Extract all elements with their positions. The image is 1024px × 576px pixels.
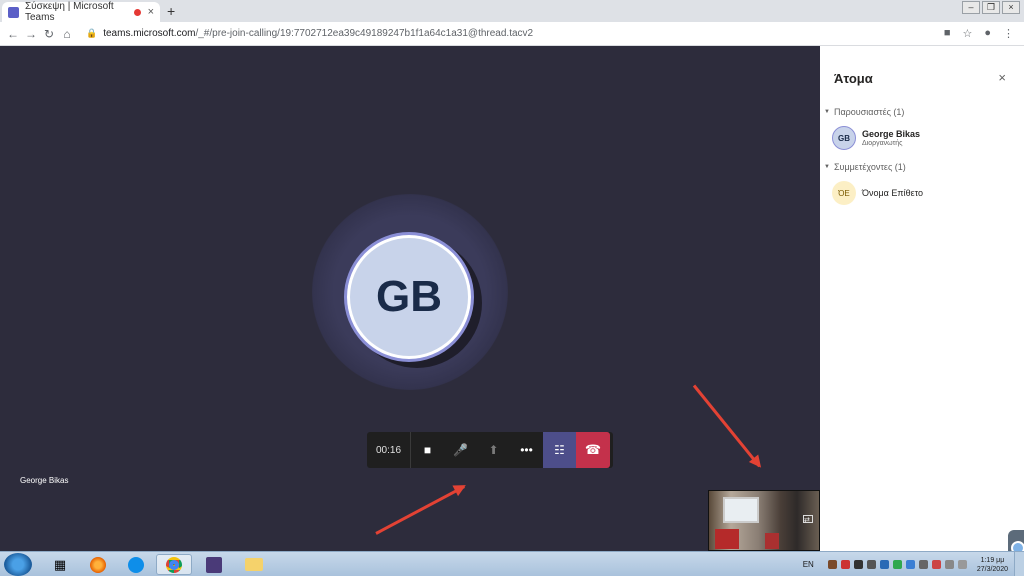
presenters-section-header[interactable]: ▼ Παρουσιαστές (1) — [824, 107, 904, 117]
people-panel-title: Άτομα — [834, 71, 873, 86]
more-actions-icon[interactable]: ••• — [510, 432, 543, 468]
self-view-window-detail — [723, 497, 759, 523]
volume-icon[interactable] — [957, 560, 967, 569]
presenter-avatar: GB — [832, 126, 856, 150]
firefox-taskbar-icon[interactable] — [80, 554, 116, 575]
forward-icon[interactable]: → — [22, 27, 40, 41]
lock-icon[interactable]: 🔒 — [86, 28, 97, 39]
url-path: /_#/pre-join-calling/19:7702712ea39c4918… — [195, 28, 534, 39]
reload-icon[interactable]: ↻ — [40, 27, 58, 41]
tray-app-icon[interactable] — [892, 560, 902, 569]
back-icon[interactable]: ← — [4, 27, 22, 41]
close-panel-icon[interactable]: × — [998, 70, 1006, 85]
participant-avatar: GB — [344, 232, 474, 362]
camera-permission-icon[interactable]: ■ — [944, 27, 951, 40]
windows-taskbar: ▦ EN 1:19 μμ 27/3/2020 — [0, 551, 1024, 576]
self-view-chair-detail-2 — [765, 533, 779, 549]
profile-icon[interactable]: ● — [984, 27, 991, 40]
call-timer: 00:16 — [367, 432, 411, 468]
new-tab-button[interactable]: + — [167, 3, 175, 19]
self-video-preview[interactable]: ⇄ — [708, 490, 820, 551]
call-controls-bar: 00:16 ■ 🎤 ⬆ ••• ☷ ☎ — [367, 432, 613, 468]
presenter-name: George Bikas — [862, 129, 921, 139]
chrome-taskbar-icon[interactable] — [156, 554, 192, 575]
switch-camera-icon[interactable]: ⇄ — [803, 515, 813, 524]
app-taskbar-icon[interactable] — [196, 554, 232, 575]
start-button[interactable] — [4, 553, 32, 576]
presenter-list-item[interactable]: GB George Bikas Διοργανωτής — [832, 126, 920, 150]
show-desktop-button[interactable] — [1014, 552, 1024, 576]
camera-toggle-icon[interactable]: ■ — [411, 432, 444, 468]
participant-name-label: George Bikas — [20, 476, 69, 485]
clock-date: 27/3/2020 — [976, 565, 1008, 573]
tray-app-icon[interactable] — [918, 560, 928, 569]
language-indicator[interactable]: EN — [803, 560, 814, 569]
participant-avatar: ΌΕ — [832, 181, 856, 205]
bookmark-star-icon[interactable]: ☆ — [962, 27, 972, 40]
address-bar: ← → ↻ ⌂ 🔒 teams.microsoft.com/_#/pre-joi… — [0, 22, 1024, 46]
annotation-arrow-to-self-view — [692, 384, 761, 468]
browser-menu-icon[interactable]: ⋮ — [1003, 27, 1014, 40]
window-close-button[interactable]: × — [1002, 1, 1020, 14]
participant-list-item[interactable]: ΌΕ Όνομα Επίθετο — [832, 181, 923, 205]
show-participants-icon[interactable]: ☷ — [543, 432, 576, 468]
tray-app-icon[interactable] — [840, 560, 850, 569]
presenter-role: Διοργανωτής — [862, 140, 903, 147]
maximize-button[interactable]: ❐ — [982, 1, 1000, 14]
hang-up-button[interactable]: ☎ — [576, 432, 610, 468]
tab-close-icon[interactable]: × — [148, 6, 154, 18]
taskbar-clock[interactable]: 1:19 μμ 27/3/2020 — [977, 556, 1008, 574]
url-field[interactable]: teams.microsoft.com/_#/pre-join-calling/… — [103, 28, 533, 39]
presenters-header-label: Παρουσιαστές (1) — [833, 107, 905, 117]
calculator-taskbar-icon[interactable]: ▦ — [42, 554, 78, 575]
file-explorer-taskbar-icon[interactable] — [236, 554, 272, 575]
tray-app-icon[interactable] — [853, 560, 863, 569]
teamviewer-taskbar-icon[interactable] — [118, 554, 154, 575]
tray-app-icon[interactable] — [879, 560, 889, 569]
chevron-down-icon: ▼ — [824, 109, 830, 115]
clock-time: 1:19 μμ — [980, 556, 1005, 564]
system-tray: EN 1:19 μμ 27/3/2020 — [803, 552, 1024, 576]
minimize-button[interactable]: – — [962, 1, 980, 14]
tray-app-icon[interactable] — [905, 560, 915, 569]
participants-header-label: Συμμετέχοντες (1) — [833, 162, 906, 172]
network-icon[interactable] — [944, 560, 954, 569]
tray-app-icon[interactable] — [827, 560, 837, 569]
chevron-down-icon: ▼ — [824, 164, 830, 170]
home-icon[interactable]: ⌂ — [58, 27, 76, 41]
call-stage: GB 00:16 ■ 🎤 ⬆ ••• ☷ ☎ George Bikas ⇄ — [0, 46, 820, 551]
self-view-chair-detail — [715, 529, 739, 549]
address-bar-actions: ■ ☆ ● ⋮ — [944, 27, 1024, 40]
annotation-arrow-to-controls — [375, 485, 465, 535]
teams-icon — [8, 6, 19, 18]
tray-app-icon[interactable] — [931, 560, 941, 569]
window-controls: – ❐ × — [962, 1, 1020, 14]
participants-section-header[interactable]: ▼ Συμμετέχοντες (1) — [824, 162, 906, 172]
browser-tab-bar: Σύσκεψη | Microsoft Teams × + – ❐ × — [0, 0, 1024, 23]
people-panel: Άτομα × ▼ Παρουσιαστές (1) GB George Bik… — [820, 46, 1024, 564]
participant-name: Όνομα Επίθετο — [862, 188, 924, 198]
tab-title: Σύσκεψη | Microsoft Teams — [25, 1, 114, 23]
tray-app-icon[interactable] — [866, 560, 876, 569]
mic-toggle-icon[interactable]: 🎤 — [444, 432, 477, 468]
browser-tab[interactable]: Σύσκεψη | Microsoft Teams × — [2, 1, 160, 23]
url-host: teams.microsoft.com — [103, 28, 196, 39]
recording-indicator-icon — [133, 8, 141, 16]
share-screen-icon[interactable]: ⬆ — [477, 432, 510, 468]
